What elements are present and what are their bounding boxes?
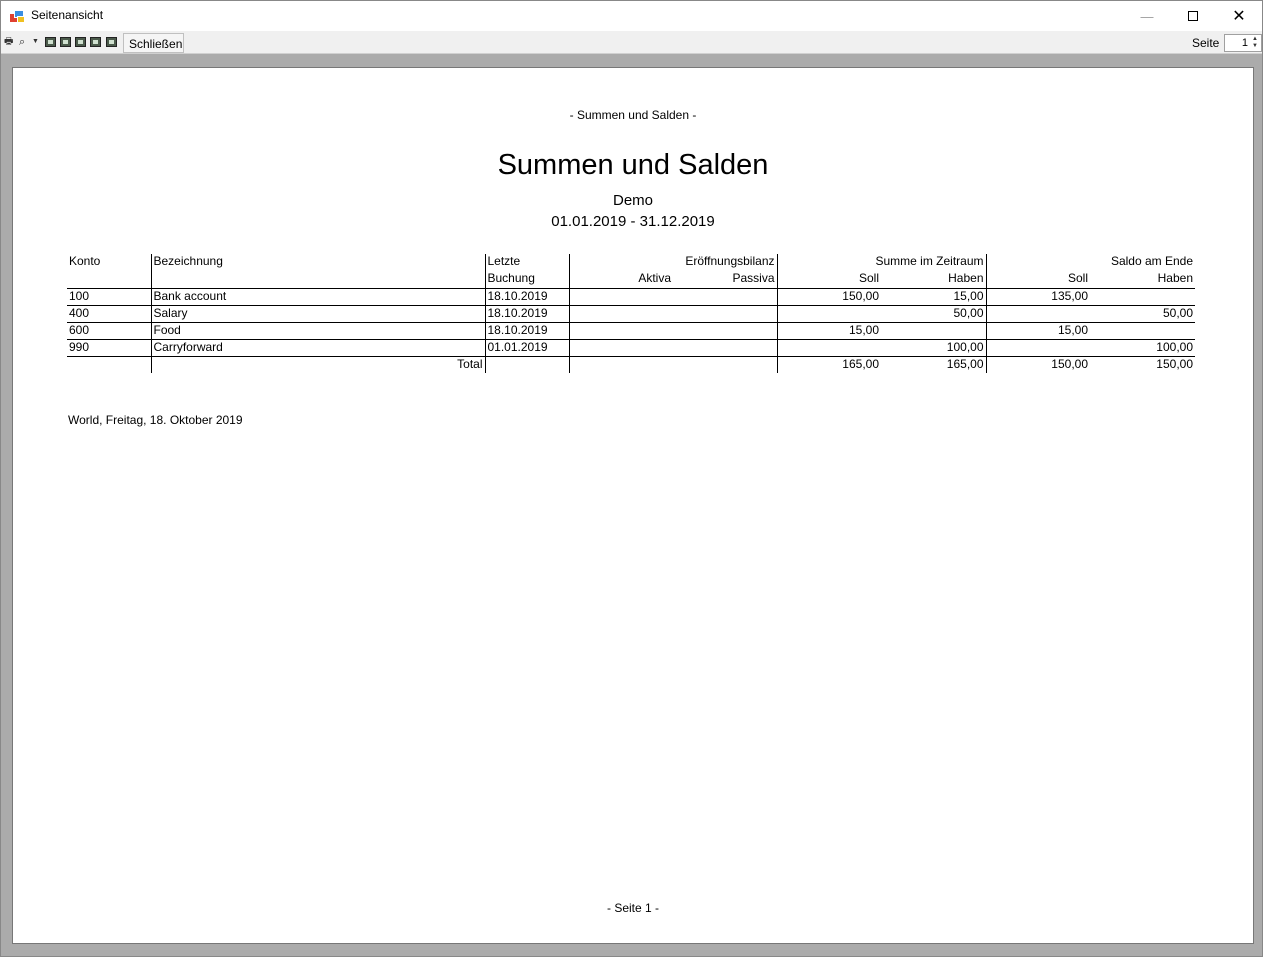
col-saldo-ende: Saldo am Ende xyxy=(985,254,1195,271)
place-date-line: World, Freitag, 18. Oktober 2019 xyxy=(68,413,243,427)
preview-toolbar: 🖶 ⌕ ▼ Schließen Seite 1 ▲ ▼ xyxy=(1,31,1262,54)
col-bezeichnung: Bezeichnung xyxy=(150,254,485,271)
print-icon[interactable]: 🖶 xyxy=(4,36,13,48)
window-title: Seitenansicht xyxy=(31,8,104,22)
col-saldo-haben: Haben xyxy=(1090,271,1195,289)
report-period: 01.01.2019 - 31.12.2019 xyxy=(551,213,715,230)
zoom-icon[interactable]: ⌕ xyxy=(19,36,25,48)
close-icon: ✕ xyxy=(1232,8,1246,25)
cell-bezeichnung: Salary xyxy=(150,305,485,323)
minimize-button[interactable]: — xyxy=(1124,1,1170,31)
print-preview-window: Seitenansicht — ✕ 🖶 ⌕ ▼ Schließen Seite … xyxy=(0,0,1263,957)
cell-aktiva xyxy=(568,339,673,357)
cell-bezeichnung: Carryforward xyxy=(150,339,485,357)
col-soll: Soll xyxy=(776,271,881,289)
cell-datum: 18.10.2019 xyxy=(484,305,569,323)
two-pages-icon[interactable] xyxy=(60,37,71,47)
total-saldo-soll: 150,00 xyxy=(985,356,1090,373)
cell-soll xyxy=(776,339,881,357)
table-row: 600 Food 18.10.2019 15,00 15,00 xyxy=(67,322,1195,340)
cell-saldo_soll xyxy=(985,339,1090,357)
page-label: Seite xyxy=(1192,36,1220,50)
cell-aktiva xyxy=(568,322,673,340)
title-bar: Seitenansicht — ✕ xyxy=(1,1,1262,31)
close-window-button[interactable]: ✕ xyxy=(1216,1,1262,31)
one-page-icon[interactable] xyxy=(45,37,56,47)
table-row: 100 Bank account 18.10.2019 150,00 15,00 135,… xyxy=(67,288,1195,306)
page-footer: - Seite 1 - xyxy=(606,901,660,915)
cell-bezeichnung: Food xyxy=(150,322,485,340)
total-soll: 165,00 xyxy=(776,356,881,373)
total-label: Total xyxy=(150,356,485,373)
total-row: Total 165,00 165,00 150,00 150,00 xyxy=(67,356,1195,373)
four-pages-icon[interactable] xyxy=(90,37,101,47)
total-haben: 165,00 xyxy=(946,356,984,371)
maximize-button[interactable] xyxy=(1170,1,1216,31)
cell-saldo_haben xyxy=(1090,322,1195,340)
header-row-1: Konto Bezeichnung Letzte Eröffnungsbilan… xyxy=(67,254,1195,271)
three-pages-icon[interactable] xyxy=(75,37,86,47)
cell-konto: 990 xyxy=(67,339,151,357)
col-haben: Haben xyxy=(881,271,986,289)
close-preview-button[interactable]: Schließen xyxy=(123,33,184,53)
cell-passiva xyxy=(673,322,777,340)
cell-saldo_soll xyxy=(985,305,1090,323)
report-header-line: - Summen und Salden - xyxy=(569,108,697,122)
chevron-down-icon[interactable]: ▼ xyxy=(32,36,39,48)
table-row: 990 Carryforward 01.01.2019 100,00 100,00 xyxy=(67,339,1195,357)
header-row-2: Buchung Aktiva Passiva Soll Haben Soll H… xyxy=(67,271,1195,289)
cell-konto: 100 xyxy=(67,288,151,306)
cell-konto: 400 xyxy=(67,305,151,323)
col-letzte: Letzte xyxy=(484,254,569,271)
report-title: Summen und Salden xyxy=(497,149,769,181)
cell-aktiva xyxy=(568,288,673,306)
cell-passiva xyxy=(673,305,777,323)
cell-soll xyxy=(776,305,881,323)
table-row: 400 Salary 18.10.2019 50,00 50,00 xyxy=(67,305,1195,323)
cell-passiva xyxy=(673,339,777,357)
col-summe-zeitraum: Summe im Zeitraum xyxy=(776,254,986,271)
app-icon xyxy=(10,8,26,24)
report-subtitle: Demo xyxy=(612,192,653,209)
balance-table: Konto Bezeichnung Letzte Eröffnungsbilan… xyxy=(67,254,1195,373)
col-eroeffnungsbilanz: Eröffnungsbilanz xyxy=(568,254,777,271)
cell-datum: 18.10.2019 xyxy=(484,322,569,340)
col-saldo-soll: Soll xyxy=(985,271,1090,289)
cell-bezeichnung: Bank account xyxy=(150,288,485,306)
col-aktiva: Aktiva xyxy=(568,271,673,289)
cell-saldo_haben: 50,00 xyxy=(1090,305,1195,323)
cell-haben: 100,00 xyxy=(881,339,986,357)
page-number-spinner[interactable]: 1 ▲ ▼ xyxy=(1224,34,1262,52)
cell-haben: 50,00 xyxy=(881,305,986,323)
cell-datum: 18.10.2019 xyxy=(484,288,569,306)
cell-konto: 600 xyxy=(67,322,151,340)
six-pages-icon[interactable] xyxy=(106,37,117,47)
cell-soll: 15,00 xyxy=(776,322,881,340)
cell-saldo_soll: 15,00 xyxy=(985,322,1090,340)
cell-passiva xyxy=(673,288,777,306)
cell-haben xyxy=(881,322,986,340)
cell-haben: 15,00 xyxy=(881,288,986,306)
spinner-arrows-icon[interactable]: ▲ ▼ xyxy=(1250,36,1260,50)
cell-saldo_soll: 135,00 xyxy=(985,288,1090,306)
cell-saldo_haben: 100,00 xyxy=(1090,339,1195,357)
cell-saldo_haben xyxy=(1090,288,1195,306)
cell-aktiva xyxy=(568,305,673,323)
cell-datum: 01.01.2019 xyxy=(484,339,569,357)
cell-soll: 150,00 xyxy=(776,288,881,306)
total-saldo-haben: 150,00 xyxy=(1156,356,1193,371)
col-passiva: Passiva xyxy=(673,271,777,289)
maximize-icon xyxy=(1188,11,1198,21)
col-buchung: Buchung xyxy=(484,271,569,289)
report-page: - Summen und Salden - Summen und Salden … xyxy=(12,67,1254,944)
col-konto: Konto xyxy=(69,254,101,268)
